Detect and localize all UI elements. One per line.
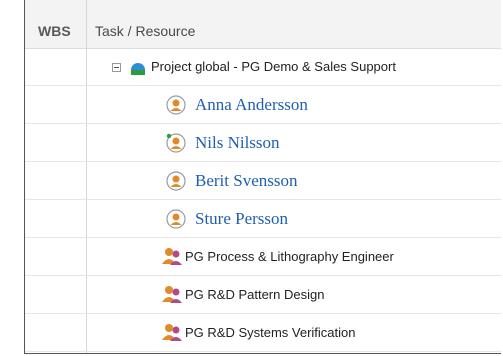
resource-row[interactable]: Berit Svensson (25, 162, 501, 200)
role-name[interactable]: PG R&D Systems Verification (185, 325, 356, 340)
role-group-icon (162, 324, 182, 341)
role-row[interactable]: PG R&D Pattern Design (25, 276, 501, 314)
project-globe-icon (131, 63, 145, 75)
project-row[interactable]: Project global - PG Demo & Sales Support (25, 48, 501, 86)
role-name[interactable]: PG Process & Lithography Engineer (185, 249, 394, 264)
resource-row[interactable]: Sture Persson (25, 200, 501, 238)
resource-name-link[interactable]: Anna Andersson (195, 95, 308, 115)
person-icon (166, 133, 186, 153)
task-resource-column-header[interactable]: Task / Resource (95, 23, 195, 39)
person-icon (166, 209, 186, 229)
resource-name-link[interactable]: Sture Persson (195, 209, 288, 229)
role-group-icon (162, 248, 182, 265)
wbs-column-header[interactable]: WBS (38, 23, 71, 39)
role-row[interactable]: PG R&D Systems Verification (25, 314, 501, 352)
resource-row[interactable]: Anna Andersson (25, 86, 501, 124)
task-resource-grid: WBS Task / Resource Project global - PG … (24, 0, 501, 354)
role-name[interactable]: PG R&D Pattern Design (185, 287, 324, 302)
person-icon (166, 171, 186, 191)
role-group-icon (162, 286, 182, 303)
resource-name-link[interactable]: Berit Svensson (195, 171, 297, 191)
grid-header: WBS Task / Resource (25, 0, 501, 49)
collapse-toggle[interactable] (112, 63, 121, 72)
resource-name-link[interactable]: Nils Nilsson (195, 133, 280, 153)
role-row[interactable]: PG Process & Lithography Engineer (25, 238, 501, 276)
resource-row[interactable]: Nils Nilsson (25, 124, 501, 162)
project-name[interactable]: Project global - PG Demo & Sales Support (151, 59, 396, 74)
person-icon (166, 95, 186, 115)
